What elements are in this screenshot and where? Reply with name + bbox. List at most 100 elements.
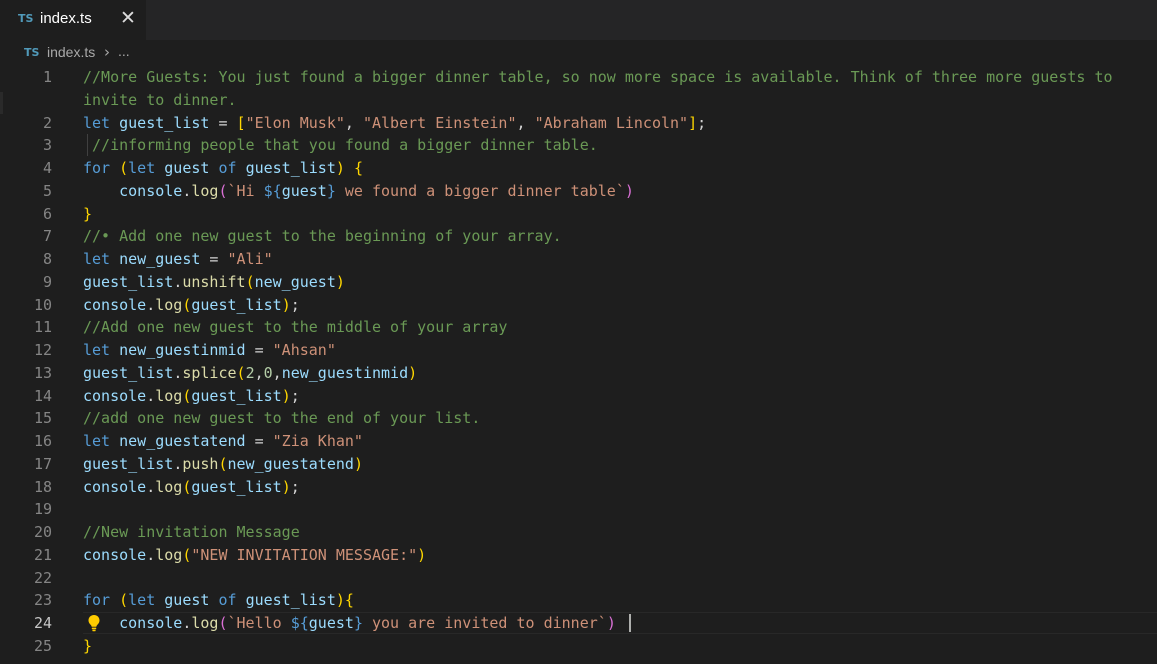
code-line[interactable]: console.log(`Hi ${guest} we found a bigg… [83,180,634,202]
line-number: 20 [33,523,52,541]
code-token: ( [119,591,129,610]
code-token: . [146,295,156,314]
code-line[interactable]: console.log(guest_list); [83,294,300,316]
code-token: ( [218,181,228,200]
code-line[interactable]: guest_list.push(new_guestatend) [83,453,363,475]
breadcrumb-file[interactable]: index.ts [47,44,95,60]
code-token: let [83,250,111,268]
code-token: ) [417,545,427,564]
code-token: ) [335,272,345,291]
code-token: we found a bigger dinner table` [335,181,625,200]
code-token: ( [218,454,228,473]
code-token: . [146,545,156,564]
line-number: 9 [42,272,52,291]
code-token: let [83,341,111,359]
code-token: ( [218,614,228,632]
code-token: ) [281,386,291,405]
breadcrumb: TS index.ts › ... [0,40,1157,66]
code-token: , [344,113,363,132]
code-token: ; [290,295,300,314]
code-token: log [155,295,183,314]
code-token: , [272,363,282,382]
code-token: . [146,477,156,496]
code-line[interactable]: let new_guest = "Ali" [83,248,273,270]
code-line[interactable]: console.log(`Hello ${guest} you are invi… [83,612,616,634]
code-token: log [155,477,183,496]
code-token: guest_list [83,454,174,473]
code-token: ; [290,477,300,496]
code-token: unshift [182,272,246,291]
code-line[interactable]: console.log(guest_list); [83,385,300,407]
code-token: //New invitation Message [83,523,300,541]
line-number: 11 [33,318,52,337]
code-token: console [83,545,147,564]
code-line[interactable]: for (let guest of guest_list) { [83,157,363,179]
code-line[interactable]: //New invitation Message [83,521,300,543]
code-token: ${ [263,181,282,200]
line-number: 16 [33,432,52,450]
code-token: of [218,591,237,610]
code-line[interactable]: //More Guests: You just found a bigger d… [83,66,1113,88]
tab-index-ts[interactable]: TS index.ts ✕ [0,0,146,40]
code-token: new_guest [119,250,201,268]
code-token: console [83,477,147,496]
code-line[interactable]: //informing people that you found a bigg… [83,134,598,156]
line-number: 23 [33,591,52,610]
code-line[interactable]: for (let guest of guest_list){ [83,589,354,611]
code-token: ) [606,614,616,632]
code-line[interactable]: } [83,635,92,657]
code-line[interactable]: let new_guestatend = "Zia Khan" [83,430,363,452]
code-editor[interactable]: 1 //More Guests: You just found a bigger … [0,66,1157,664]
code-token: = [245,341,273,359]
code-token: for [83,159,111,177]
code-token: log [155,545,183,564]
code-line[interactable]: //Add one new guest to the middle of you… [83,316,507,338]
close-icon[interactable]: ✕ [118,7,138,29]
code-token: "Ali" [227,250,273,268]
code-token: ) [281,477,291,496]
code-token: let [128,159,156,177]
code-token: guest [164,591,210,610]
typescript-file-icon: TS [18,12,34,25]
line-number: 17 [33,454,52,473]
code-token: you are invited to dinner` [362,614,607,632]
typescript-file-icon: TS [24,46,40,59]
code-token: guest_list [191,477,282,496]
code-token: //Add one new guest to the middle of you… [83,318,508,337]
code-line[interactable]: //• Add one new guest to the beginning o… [83,225,562,247]
code-token: guest_list [245,159,336,177]
line-number: 21 [33,545,52,564]
breadcrumb-symbols[interactable]: ... [118,43,130,59]
code-token: new_guestinmid [281,363,409,382]
code-token: = [209,113,237,132]
code-token: let [83,432,111,450]
line-number: 3 [42,136,52,155]
chevron-right-icon: › [104,43,110,61]
code-token: ) [281,295,291,314]
code-line[interactable]: guest_list.splice(2,0,new_guestinmid) [83,362,417,384]
code-token: "Elon Musk" [245,113,345,132]
line-number: 5 [42,181,52,200]
code-line[interactable]: console.log("NEW INVITATION MESSAGE:") [83,544,426,566]
code-token: . [173,454,183,473]
code-line[interactable]: } [83,203,92,225]
code-token: let [83,113,111,132]
code-line[interactable]: let new_guestinmid = "Ahsan" [83,339,336,361]
code-line[interactable]: guest_list.unshift(new_guest) [83,271,345,293]
code-line[interactable]: invite to dinner. [83,89,237,111]
code-line[interactable]: let guest_list = ["Elon Musk", "Albert E… [83,112,706,134]
code-line[interactable]: //add one new guest to the end of your l… [83,407,480,429]
code-token: `Hi [227,181,264,200]
code-token: new_guestatend [227,454,354,473]
code-token: new_guest [254,272,336,291]
code-token: = [245,432,273,450]
code-line[interactable]: console.log(guest_list); [83,476,300,498]
code-token: ; [697,113,707,132]
